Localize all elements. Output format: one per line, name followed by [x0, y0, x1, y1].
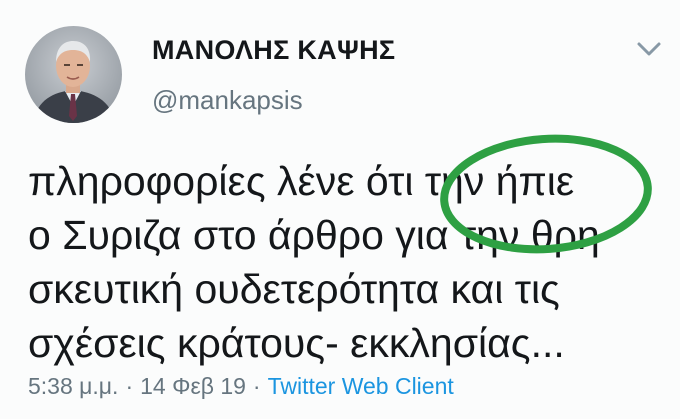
chevron-down-icon [637, 42, 661, 56]
tweet-time[interactable]: 5:38 μ.μ. [28, 373, 118, 399]
profile-photo-icon [25, 26, 122, 123]
tweet-card: ΜΑΝΟΛΗΣ ΚΑΨΗΣ @mankapsis πληροφορίες λέν… [0, 0, 680, 419]
tweet-text-line: ο Συριζα στο άρθρο για την θρη [28, 212, 600, 258]
tweet-text-line: σκευτική ουδετερότητα και τις [28, 266, 560, 312]
tweet-date[interactable]: 14 Φεβ 19 [140, 373, 246, 399]
tweet-text-line: πληροφορίες λένε ότι την ήπιε [28, 158, 575, 204]
tweet-text: πληροφορίες λένε ότι την ήπιε ο Συριζα σ… [28, 154, 658, 370]
meta-separator: · [252, 373, 261, 399]
tweet-text-line: σχέσεις κράτους- εκκλησίας... [28, 320, 565, 366]
tweet-menu-button[interactable] [634, 36, 664, 62]
author-handle[interactable]: @mankapsis [152, 85, 303, 116]
author-display-name[interactable]: ΜΑΝΟΛΗΣ ΚΑΨΗΣ [152, 35, 395, 66]
meta-separator: · [125, 373, 134, 399]
tweet-metadata: 5:38 μ.μ. · 14 Φεβ 19 · Twitter Web Client [28, 373, 454, 400]
author-avatar[interactable] [25, 26, 122, 123]
tweet-client-link[interactable]: Twitter Web Client [268, 373, 454, 399]
